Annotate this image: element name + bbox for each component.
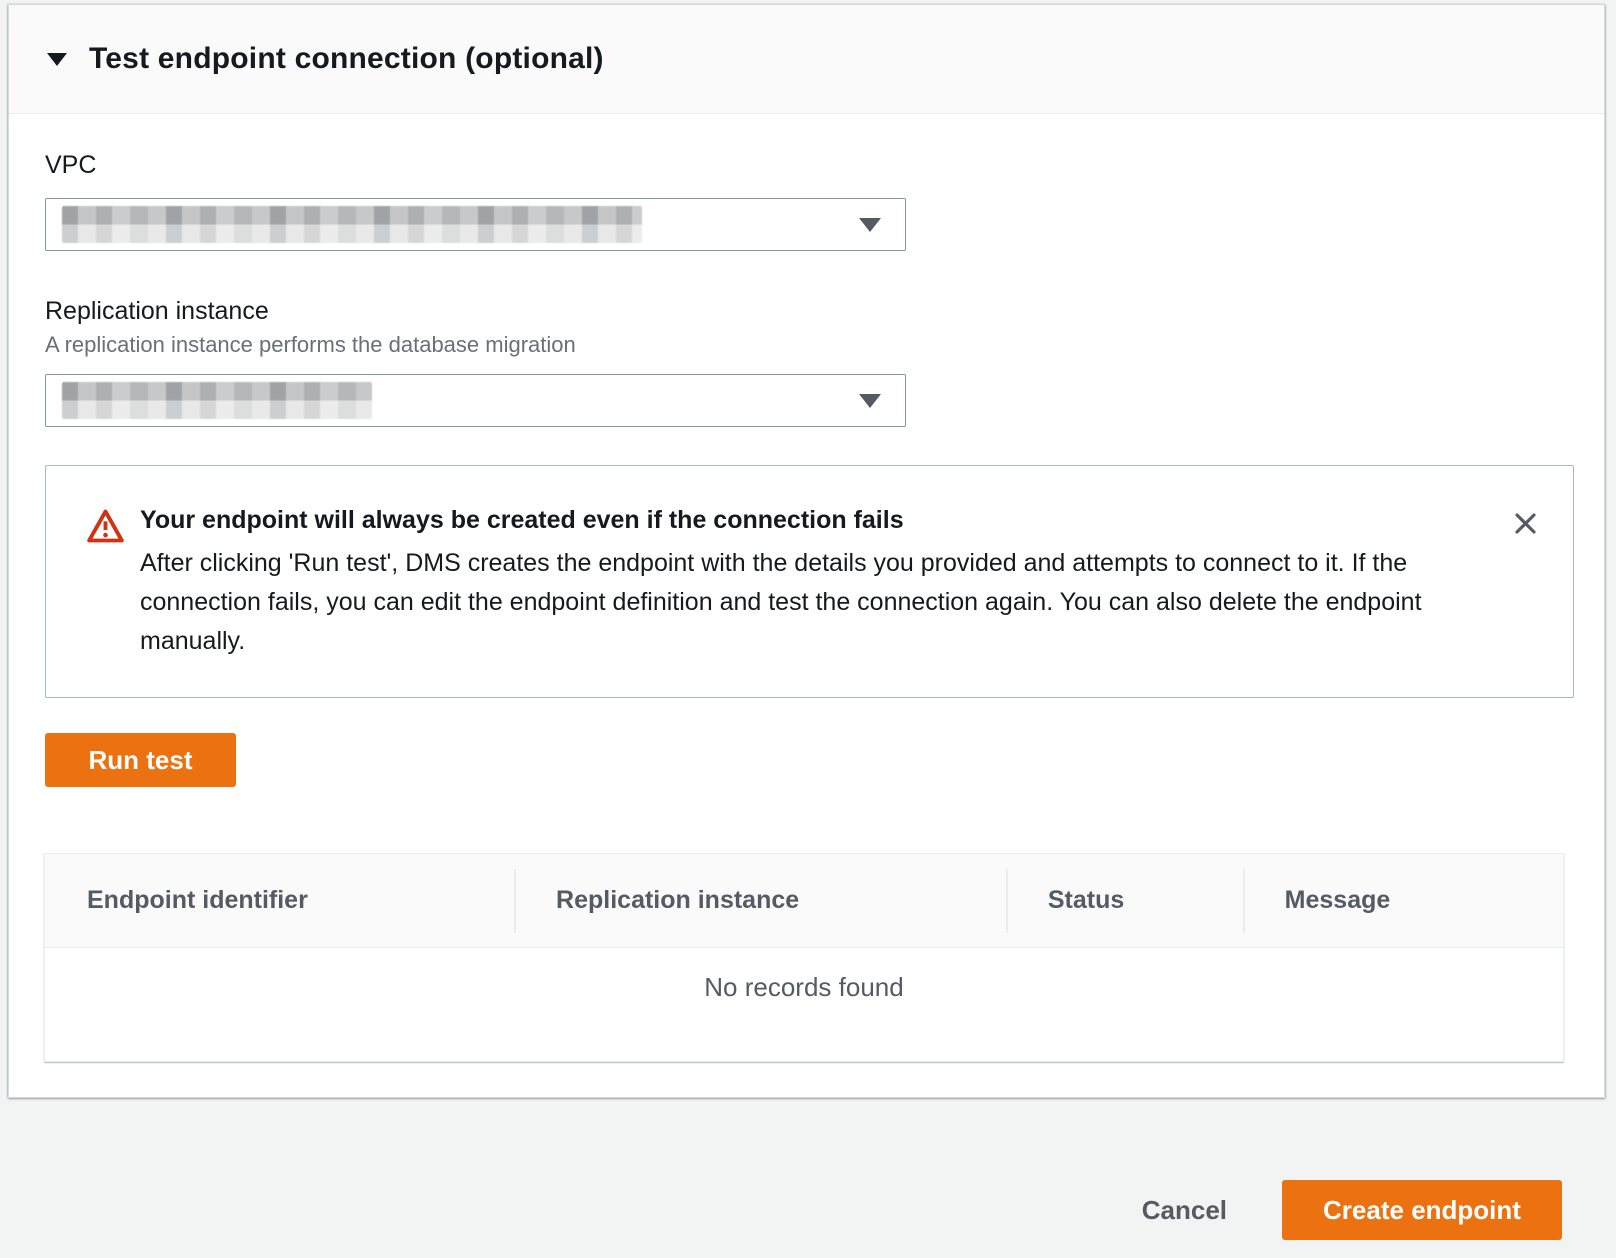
cancel-button[interactable]: Cancel <box>1142 1195 1227 1226</box>
vpc-select[interactable] <box>45 198 906 251</box>
vpc-selected-value-redacted <box>62 206 642 243</box>
collapse-caret-icon <box>47 53 67 66</box>
column-header-replication-instance: Replication instance <box>514 886 1006 915</box>
table-empty-state: No records found <box>45 948 1563 1061</box>
warning-triangle-icon <box>87 509 124 548</box>
warning-title: Your endpoint will always be created eve… <box>140 506 1498 535</box>
replication-instance-selected-value-redacted <box>62 382 372 419</box>
replication-instance-select[interactable] <box>45 374 906 427</box>
column-header-status: Status <box>1006 886 1243 915</box>
connection-results-table: Endpoint identifier Replication instance… <box>44 853 1564 1062</box>
vpc-label: VPC <box>45 151 1572 180</box>
form-actions-footer: Cancel Create endpoint <box>0 1098 1616 1240</box>
column-header-endpoint-identifier: Endpoint identifier <box>45 886 514 915</box>
chevron-down-icon <box>859 218 881 232</box>
warning-alert: Your endpoint will always be created eve… <box>45 465 1574 698</box>
section-header-test-endpoint-connection[interactable]: Test endpoint connection (optional) <box>9 5 1604 114</box>
chevron-down-icon <box>859 394 881 408</box>
section-title: Test endpoint connection (optional) <box>89 42 604 76</box>
section-body: VPC Replication instance A replication i… <box>9 114 1604 1062</box>
replication-instance-label: Replication instance <box>45 297 1572 326</box>
test-endpoint-connection-panel: Test endpoint connection (optional) VPC … <box>8 4 1605 1098</box>
warning-dismiss-button[interactable] <box>1508 506 1543 544</box>
close-icon <box>1510 527 1541 542</box>
warning-body: After clicking 'Run test', DMS creates t… <box>140 544 1440 661</box>
warning-content: Your endpoint will always be created eve… <box>140 506 1498 661</box>
create-endpoint-button[interactable]: Create endpoint <box>1282 1180 1562 1240</box>
table-header-row: Endpoint identifier Replication instance… <box>45 854 1563 948</box>
replication-instance-description: A replication instance performs the data… <box>45 332 1572 358</box>
column-header-message: Message <box>1243 886 1563 915</box>
run-test-button[interactable]: Run test <box>45 733 236 787</box>
